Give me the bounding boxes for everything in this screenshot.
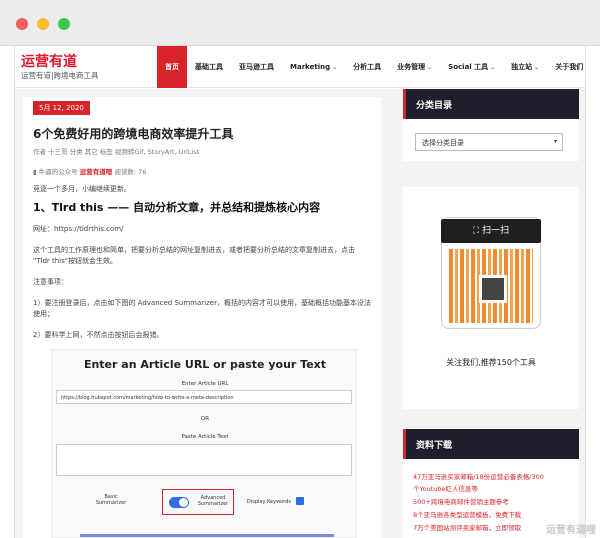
- note-1-line-2: 使用；: [33, 310, 54, 318]
- chevron-down-icon: ⌄: [534, 63, 540, 71]
- download-link-1-cont[interactable]: 个Youtube红人信息等: [413, 483, 478, 493]
- scan-icon: ⛶: [472, 226, 480, 236]
- category-widget: 分类目录 选择分类目录 ▾: [403, 89, 579, 161]
- read-count: 阅读数: 76: [114, 168, 147, 176]
- note-1-line-1: 1）要注册登录后，点击如下图的 Advanced Summarizer，概括的内…: [33, 299, 371, 307]
- nav-social-tools[interactable]: Social 工具 ⌄: [440, 46, 503, 88]
- nav-basic-tools[interactable]: 基础工具: [187, 46, 231, 88]
- qr-scan-text: 扫一扫: [482, 226, 510, 236]
- paste-label: Paste Article Text: [181, 434, 229, 440]
- download-link-1[interactable]: 47万亚马逊买家邮箱/18份运营必备表格/300: [413, 471, 544, 481]
- download-title: 资料下载: [403, 429, 579, 459]
- screenshot-title: Enter an Article URL or paste your Text: [83, 358, 327, 371]
- close-window-button[interactable]: [16, 18, 28, 30]
- summarizer-options: Basic Summarizer Advanced Summarizer Dis…: [92, 489, 332, 515]
- category-select-value: 选择分类目录: [422, 139, 464, 147]
- highlight-box: Advanced Summarizer: [162, 489, 234, 515]
- advanced-label: Advanced Summarizer: [197, 495, 229, 507]
- chevron-down-icon: ⌄: [427, 63, 433, 71]
- qr-widget: ⛶ 扫一扫 关注我们,推荐150个工具: [403, 187, 579, 409]
- nav-analytics-tools[interactable]: 分析工具: [345, 46, 389, 88]
- sidebar: 分类目录 选择分类目录 ▾ ⛶ 扫一扫 关注我们,推荐150个工具 资料下载 47…: [389, 89, 585, 538]
- nav-home[interactable]: 首页: [157, 46, 187, 88]
- wechat-line: ▮ 牛逼的公众号 运营有道哩 阅读数: 76: [33, 166, 146, 176]
- main-nav: 首页 基础工具 亚马逊工具 Marketing ⌄ 分析工具 业务管理 ⌄ Soci…: [157, 46, 585, 88]
- tag-links[interactable]: 视频转Gif, StoryArt, UrlList: [115, 148, 199, 156]
- browser-window: 运营有道 运营有道|跨境电商工具 首页 基础工具 亚马逊工具 Marketing…: [14, 46, 586, 538]
- maximize-window-button[interactable]: [58, 18, 70, 30]
- category-select[interactable]: 选择分类目录 ▾: [415, 133, 563, 151]
- basic-label: Basic Summarizer: [95, 494, 127, 506]
- nav-marketing[interactable]: Marketing ⌄: [282, 46, 345, 88]
- download-link-2[interactable]: 500+跨境电商邮件营销主题参考: [413, 496, 509, 506]
- screenshot-bottom-bar: [80, 534, 334, 537]
- intro-text: 竞逐一个多月，小编继续更新。: [33, 185, 131, 193]
- article-screenshot: Enter an Article URL or paste your Text …: [51, 349, 357, 538]
- nav-business[interactable]: 业务管理 ⌄: [389, 46, 440, 88]
- note-2: 2）要科学上网，不然点击按钮后会报错。: [33, 331, 164, 339]
- desc-line-2: "Tldr this"按钮就会生效。: [33, 257, 117, 265]
- nav-amazon-tools[interactable]: 亚马逊工具: [231, 46, 282, 88]
- qr-code-image: [449, 249, 533, 323]
- category-title: 分类目录: [403, 89, 579, 119]
- minimize-window-button[interactable]: [37, 18, 49, 30]
- dropdown-arrow-icon: ▾: [553, 138, 557, 145]
- url-label: Enter Article URL: [181, 381, 229, 387]
- article-meta: 作者 十三哥 分类 其它 标签 视频转Gif, StoryArt, UrlLis…: [33, 146, 199, 156]
- wx-prefix: 牛逼的公众号: [38, 168, 78, 176]
- main-content: 5月 12, 2020 6个免费好用的跨境电商效率提升工具 作者 十三哥 分类 …: [15, 89, 389, 538]
- download-link-4[interactable]: 7万个美国站测评卖家邮箱，立即领取: [413, 522, 521, 532]
- qr-scan-label: ⛶ 扫一扫: [441, 219, 541, 243]
- nav-about-us[interactable]: 关于我们: [547, 46, 585, 88]
- checkbox-icon: [296, 497, 304, 505]
- watermark: 运营有道哩: [546, 525, 596, 536]
- desc-line-1: 这个工具的工作原理也和简单，把要分析总结的网址复制进去，或者把要分析总结的文章复…: [33, 246, 355, 254]
- article: 5月 12, 2020 6个免费好用的跨境电商效率提升工具 作者 十三哥 分类 …: [23, 97, 381, 538]
- bar-chart-icon: ▮: [33, 168, 37, 176]
- meta-prefix: 作者 十三哥 分类 其它 标签: [33, 148, 115, 156]
- chevron-down-icon: ⌄: [490, 63, 496, 71]
- qr-caption: 关注我们,推荐150个工具: [446, 358, 536, 367]
- site-header: 运营有道 运营有道|跨境电商工具 首页 基础工具 亚马逊工具 Marketing…: [15, 46, 585, 88]
- or-label: OR: [200, 416, 210, 422]
- article-title[interactable]: 6个免费好用的跨境电商效率提升工具: [33, 125, 233, 142]
- url-text: 网址：https://tldrthis.com/: [33, 225, 124, 233]
- section-heading: 1、Tlrd this —— 自动分析文章，并总结和提炼核心内容: [33, 201, 321, 214]
- chevron-down-icon: ⌄: [332, 63, 338, 71]
- summarizer-toggle: [169, 497, 189, 508]
- site-logo[interactable]: 运营有道: [21, 51, 77, 71]
- display-keywords-label: Display Keywords: [247, 499, 291, 505]
- url-input: https://blog.hubspot.com/marketing/how-t…: [56, 390, 352, 404]
- nav-standalone-site[interactable]: 独立站 ⌄: [503, 46, 547, 88]
- download-link-3[interactable]: 8个亚马逊各类型运营模板，免费下载: [413, 509, 521, 519]
- wx-account-link[interactable]: 运营有道哩: [80, 168, 113, 176]
- notes-heading: 注意事项：: [33, 278, 68, 286]
- window-titlebar: [0, 0, 600, 46]
- site-tagline: 运营有道|跨境电商工具: [21, 71, 99, 80]
- post-date-badge: 5月 12, 2020: [33, 101, 90, 115]
- paste-textarea: [56, 444, 352, 476]
